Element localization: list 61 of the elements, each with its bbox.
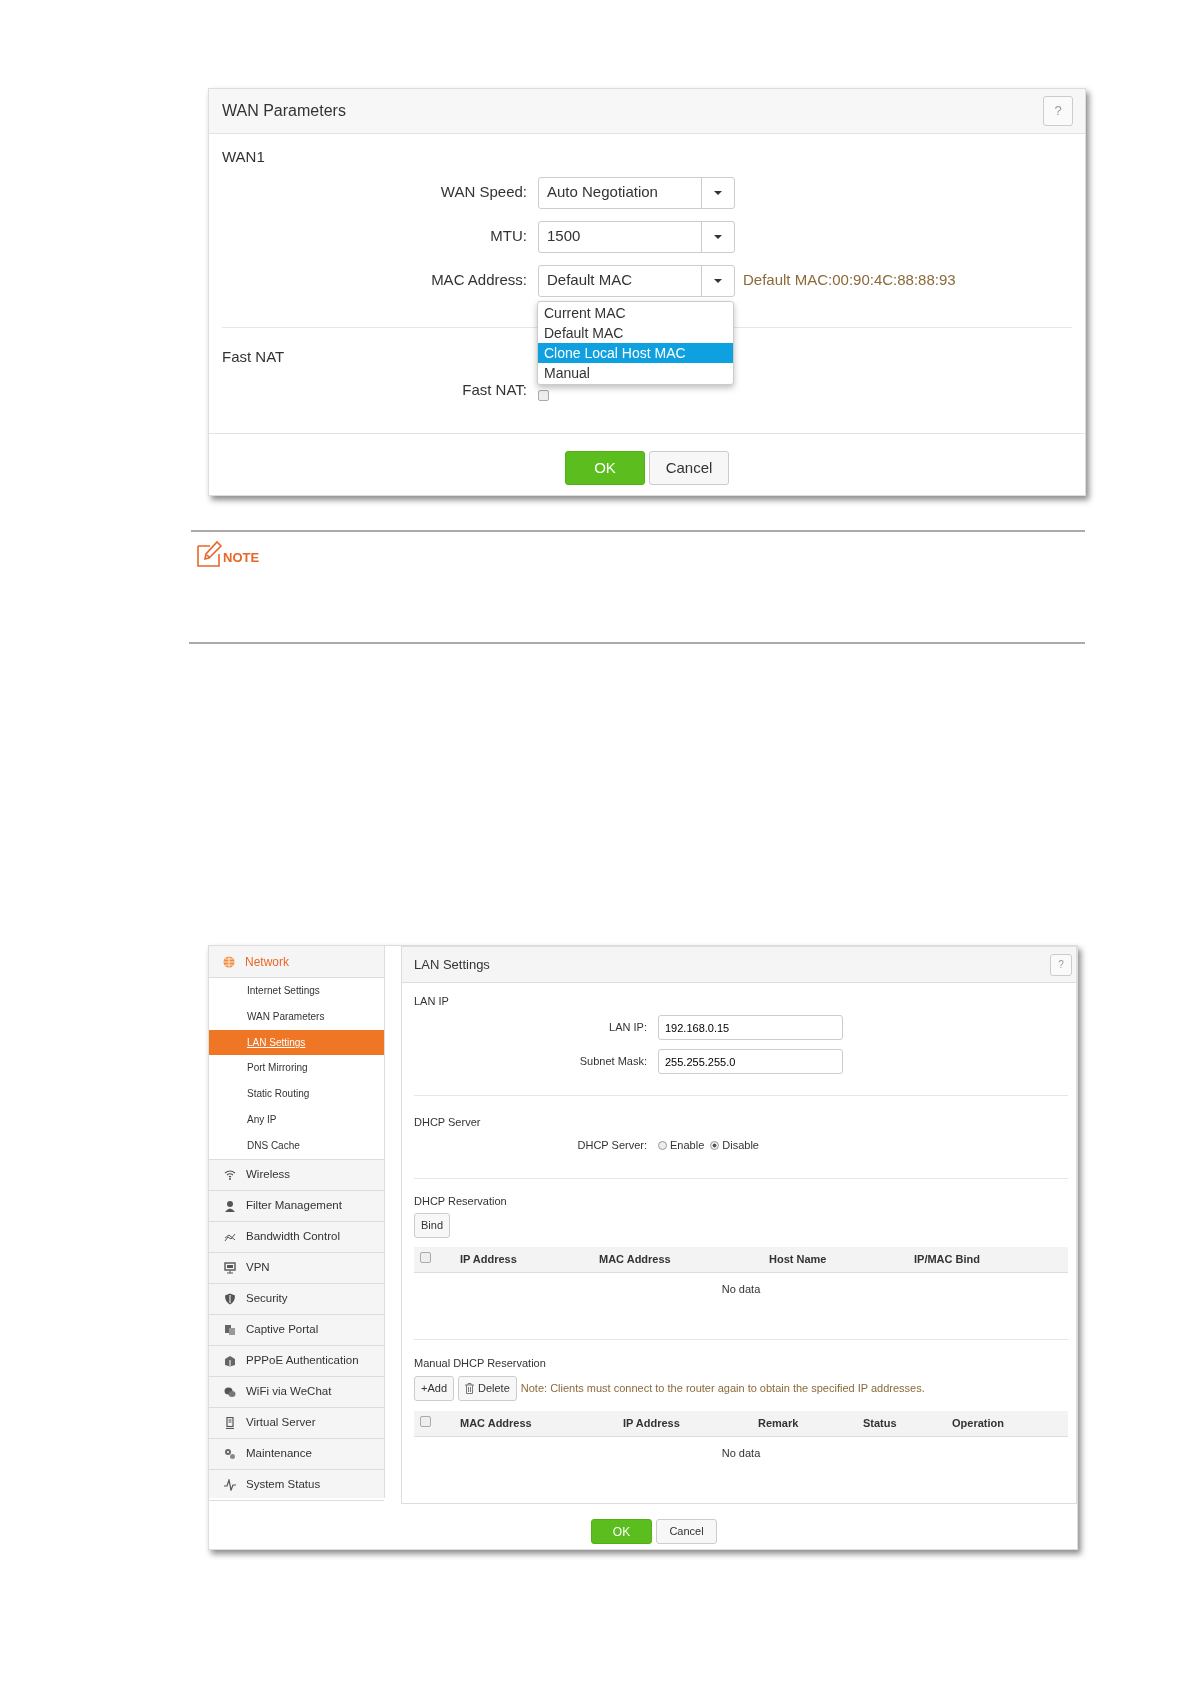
note-text: Note: Clients must connect to the router again to obtain the specified IP addresses. bbox=[520, 1380, 925, 1396]
dropdown-option[interactable]: Current MAC bbox=[538, 303, 733, 323]
add-button[interactable]: +Add bbox=[414, 1375, 454, 1401]
panel-title: WAN Parameters bbox=[222, 101, 346, 121]
column-header: Remark bbox=[758, 1415, 800, 1431]
section-title: Fast NAT bbox=[222, 346, 285, 367]
field-label: MTU: bbox=[489, 226, 528, 247]
column-header: MAC Address bbox=[599, 1252, 672, 1268]
column-header: IP Address bbox=[623, 1415, 681, 1431]
dropdown-option[interactable]: Default MAC bbox=[538, 323, 733, 343]
section-title: DHCP Server bbox=[414, 1114, 482, 1130]
sidebar-item[interactable]: Wireless bbox=[209, 1159, 384, 1191]
sidebar-item[interactable]: Security bbox=[209, 1283, 384, 1315]
sidebar-item[interactable]: Captive Portal bbox=[209, 1314, 384, 1346]
sidebar-subitem[interactable]: Port Mirroring bbox=[209, 1055, 384, 1082]
note-label: NOTE bbox=[223, 548, 260, 567]
input-field[interactable]: 192.168.0.15 bbox=[658, 1015, 843, 1040]
column-header: IP/MAC Bind bbox=[914, 1252, 981, 1268]
sidebar-subitem[interactable]: Internet Settings bbox=[209, 978, 384, 1004]
column-header: IP Address bbox=[460, 1252, 518, 1268]
sidebar-item[interactable]: Filter Management bbox=[209, 1190, 384, 1222]
dropdown-field[interactable]: Auto Negotiation bbox=[538, 176, 735, 209]
sidebar-item[interactable]: PPPoE Authentication bbox=[209, 1345, 384, 1377]
field-label: Subnet Mask: bbox=[578, 1054, 648, 1070]
delete-button[interactable]: Delete bbox=[458, 1375, 517, 1401]
bind-button[interactable]: Bind bbox=[414, 1213, 451, 1238]
sidebar-item[interactable]: Maintenance bbox=[209, 1438, 384, 1470]
section-title: DHCP Reservation bbox=[414, 1193, 508, 1209]
sidebar-subitem[interactable]: DNS Cache bbox=[209, 1132, 384, 1159]
dropdown-option[interactable]: Manual bbox=[538, 363, 733, 383]
sidebar-subitem[interactable]: Static Routing bbox=[209, 1081, 384, 1107]
default-mac-text: Default MAC:00:90:4C:88:88:93 bbox=[743, 270, 956, 291]
panel-title: LAN Settings bbox=[414, 955, 490, 974]
column-header: MAC Address bbox=[460, 1415, 533, 1431]
field-label: Fast NAT: bbox=[461, 379, 528, 400]
radio-label: Disable bbox=[722, 1137, 759, 1153]
field-label: MAC Address: bbox=[430, 270, 528, 291]
dropdown-field[interactable]: Default MAC bbox=[538, 264, 735, 297]
sidebar-subitem[interactable]: WAN Parameters bbox=[209, 1003, 384, 1030]
section-title: Manual DHCP Reservation bbox=[414, 1356, 547, 1371]
section-title: LAN IP bbox=[414, 994, 450, 1009]
field-label: WAN Speed: bbox=[439, 182, 528, 203]
sidebar-item[interactable]: System Status bbox=[209, 1469, 384, 1501]
sidebar-subitem[interactable]: Any IP bbox=[209, 1107, 384, 1133]
dropdown-field[interactable]: 1500 bbox=[538, 220, 735, 253]
column-header: Host Name bbox=[769, 1252, 828, 1268]
input-field[interactable]: 255.255.255.0 bbox=[658, 1049, 843, 1074]
cancel-button[interactable]: Cancel bbox=[649, 451, 729, 485]
empty-message: No data bbox=[720, 1445, 762, 1461]
radio-label: Enable bbox=[670, 1137, 705, 1153]
sidebar-item[interactable]: VPN bbox=[209, 1252, 384, 1284]
field-label: LAN IP: bbox=[608, 1020, 648, 1036]
section-title: WAN1 bbox=[222, 147, 265, 167]
sidebar-item[interactable]: Bandwidth Control bbox=[209, 1221, 384, 1253]
sidebar-item[interactable]: WiFi via WeChat bbox=[209, 1376, 384, 1408]
cancel-button[interactable]: Cancel bbox=[656, 1519, 717, 1544]
field-label: DHCP Server: bbox=[576, 1137, 648, 1153]
column-header: Status bbox=[863, 1415, 898, 1431]
sidebar-item[interactable]: Virtual Server bbox=[209, 1407, 384, 1439]
empty-message: No data bbox=[720, 1282, 762, 1297]
column-header: Operation bbox=[952, 1415, 1005, 1431]
